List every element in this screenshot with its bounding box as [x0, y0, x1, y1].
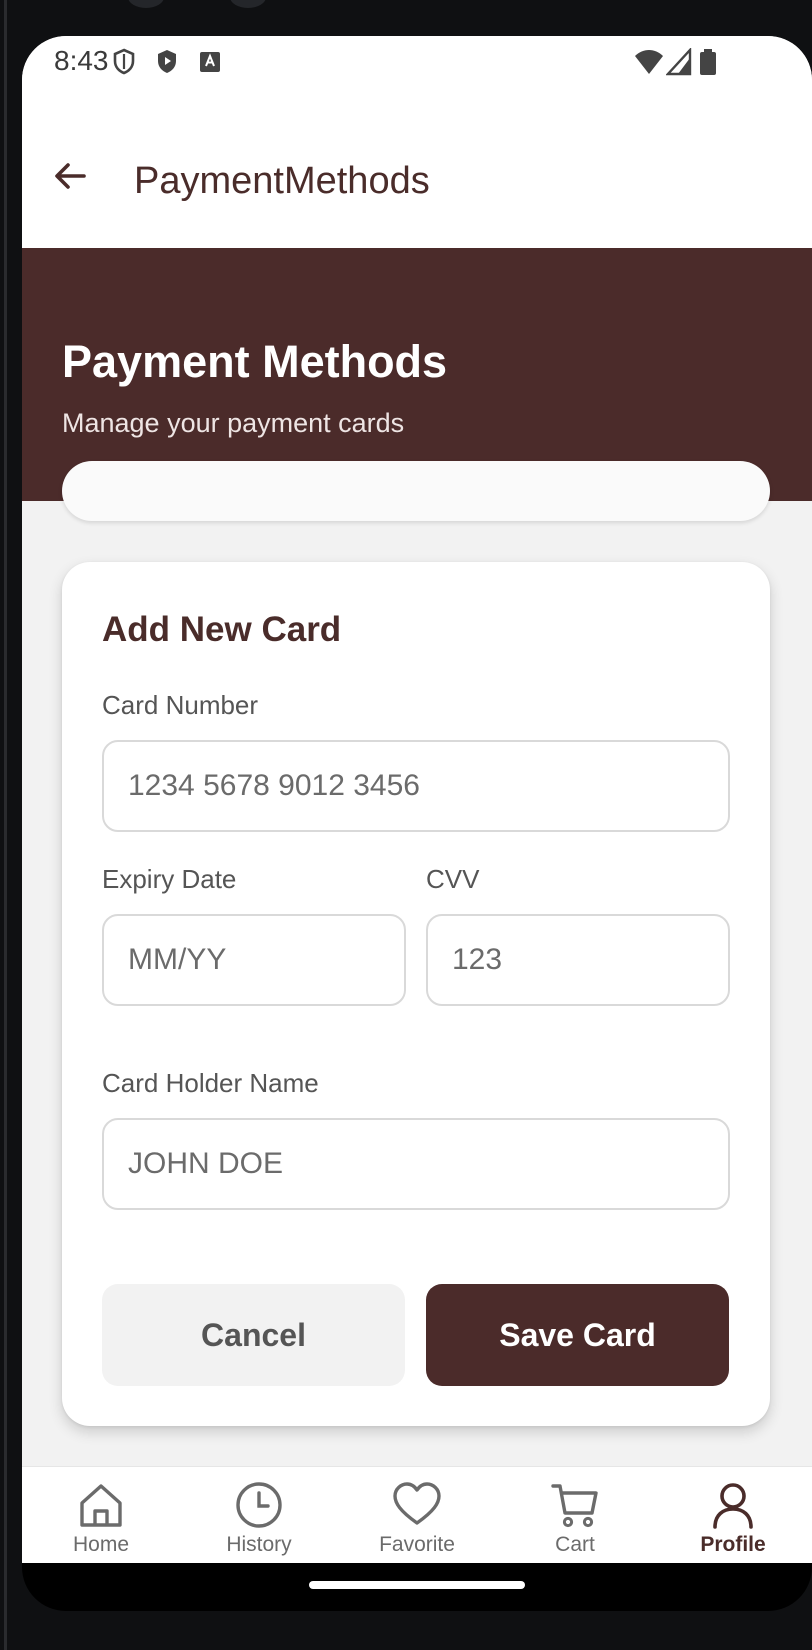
form-title: Add New Card	[102, 610, 342, 649]
cancel-button[interactable]: Cancel	[102, 1284, 405, 1386]
keyboard-a-icon	[200, 52, 220, 72]
nav-item-profile[interactable]: Profile	[654, 1467, 812, 1563]
card-list-strip	[62, 461, 770, 521]
cellular-signal-icon	[666, 48, 692, 76]
card-holder-input[interactable]	[104, 1120, 728, 1208]
expiry-date-label: Expiry Date	[102, 864, 237, 894]
nav-label-history: History	[226, 1533, 292, 1556]
cvv-label: CVV	[426, 864, 480, 894]
nav-label-home: Home	[72, 1533, 130, 1556]
nav-item-home[interactable]: Home	[22, 1467, 180, 1563]
nav-item-history[interactable]: History	[180, 1467, 338, 1563]
nav-label-cart: Cart	[555, 1533, 595, 1556]
status-bar: 8:43	[22, 36, 812, 96]
clock-icon	[236, 1482, 282, 1528]
app-bar-title: PaymentMethods	[134, 160, 430, 202]
device-screen: 8:43 PaymentMethods Payment Methods Mana…	[22, 36, 812, 1611]
status-time: 8:43	[54, 45, 109, 76]
card-number-input[interactable]	[104, 742, 728, 830]
nav-item-favorite[interactable]: Favorite	[338, 1467, 496, 1563]
page-subtitle: Manage your payment cards	[62, 408, 405, 438]
add-card-form: Add New Card Card Number Expiry Date CVV…	[62, 562, 770, 1426]
cart-icon	[551, 1484, 598, 1528]
app-root: 8:43 PaymentMethods Payment Methods Mana…	[22, 36, 812, 1563]
home-icon	[80, 1484, 122, 1527]
bottom-nav: Home History Favorite Cart Profile	[22, 1466, 812, 1563]
back-button[interactable]	[48, 154, 92, 198]
cvv-input[interactable]	[428, 916, 728, 1004]
battery-icon	[700, 49, 716, 75]
page-title: Payment Methods	[62, 336, 448, 387]
profile-icon	[713, 1483, 753, 1529]
save-card-button[interactable]: Save Card	[426, 1284, 729, 1386]
heart-icon	[393, 1482, 441, 1525]
expiry-date-input[interactable]	[104, 916, 404, 1004]
card-number-label: Card Number	[102, 690, 259, 720]
nav-label-favorite: Favorite	[379, 1533, 455, 1556]
cvv-field-box	[426, 914, 730, 1006]
arrow-left-icon	[55, 163, 86, 189]
expiry-date-field-box	[102, 914, 406, 1006]
nav-item-cart[interactable]: Cart	[496, 1467, 654, 1563]
card-holder-field-box	[102, 1118, 730, 1210]
device-frame-edge	[4, 0, 7, 1650]
nav-label-profile: Profile	[700, 1533, 766, 1556]
shield-outline-icon	[113, 48, 135, 75]
gesture-bar[interactable]	[309, 1581, 525, 1589]
app-bar: PaymentMethods	[22, 96, 812, 248]
card-holder-label: Card Holder Name	[102, 1068, 319, 1098]
shield-play-icon	[158, 50, 176, 73]
card-number-field-box	[102, 740, 730, 832]
wifi-icon	[635, 50, 663, 74]
